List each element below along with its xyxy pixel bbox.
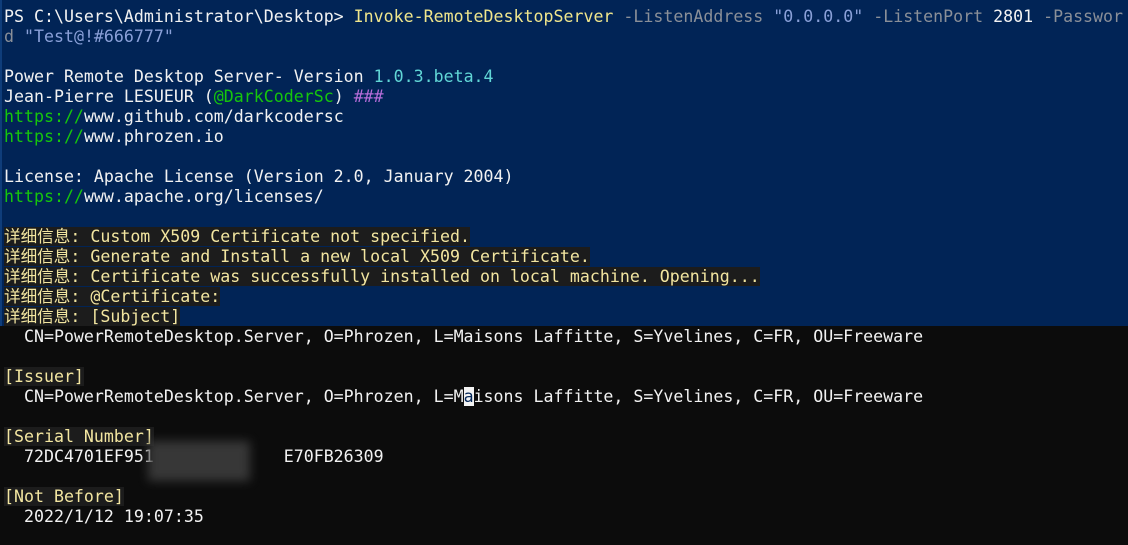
serial-header: [Serial Number] [4,427,154,446]
notbefore-value: 2022/1/12 19:07:35 [4,507,204,526]
command-name: Invoke-RemoteDesktopServer [353,7,614,26]
banner-title: Power Remote Desktop Server- Version 1.0… [4,67,494,86]
banner-version: 1.0.3.beta.4 [373,67,494,86]
prompt: PS C:\Users\Administrator\Desktop> [4,7,344,26]
value-listen-port: 2801 [993,7,1034,26]
author-handle: @DarkCoderSc [213,87,334,106]
notbefore-header: [Not Before] [4,487,124,506]
issuer-header: [Issuer] [4,367,84,386]
value-password: "Test@!#666777" [24,27,174,46]
text-cursor: a [463,387,474,406]
terminal-left-edge [0,0,2,326]
banner-url-github: https://www.github.com/darkcodersc [4,107,344,126]
verbose-line: 详细信息: Generate and Install a new local X… [4,247,590,266]
banner-url-phrozen: https://www.phrozen.io [4,127,224,146]
verbose-line: 详细信息: Certificate was successfully insta… [4,267,760,286]
verbose-line: 详细信息: @Certificate: [4,287,221,306]
banner-url-apache: https://www.apache.org/licenses/ [4,187,324,206]
banner-author: Jean-Pierre LESUEUR (@DarkCoderSc) ### [4,87,384,106]
param-password: -Passwor [1043,7,1124,26]
command-line-wrap[interactable]: d "Test@!#666777" [4,27,174,47]
redaction-blur [148,441,250,481]
param-listen-address: -ListenAddress [623,7,764,26]
issuer-value: CN=PowerRemoteDesktop.Server, O=Phrozen,… [4,387,924,406]
verbose-line: 详细信息: Custom X509 Certificate not specif… [4,227,470,246]
subject-value: CN=PowerRemoteDesktop.Server, O=Phrozen,… [4,327,924,346]
param-password-wrap: d [4,27,14,46]
verbose-line: 详细信息: [Subject] [4,307,181,326]
author-suffix: ### [353,87,384,106]
value-listen-address: "0.0.0.0" [773,7,864,26]
param-listen-port: -ListenPort [873,7,984,26]
command-line[interactable]: PS C:\Users\Administrator\Desktop> Invok… [4,7,1123,27]
banner-license: License: Apache License (Version 2.0, Ja… [4,167,514,186]
